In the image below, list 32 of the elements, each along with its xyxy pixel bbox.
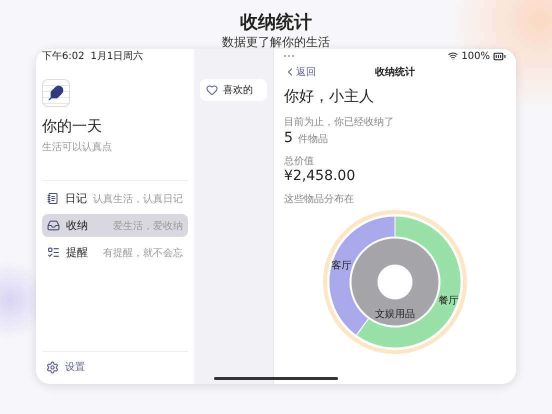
count-unit: 件物品 bbox=[298, 133, 328, 146]
segment-label: 客厅 bbox=[332, 260, 352, 272]
filter-item[interactable]: 喜欢的 bbox=[200, 79, 267, 101]
segment-label: 餐厅 bbox=[438, 295, 458, 306]
total-value: ¥2,458.00 bbox=[284, 168, 356, 184]
app-title: 你的一天 bbox=[42, 117, 103, 136]
status-date: 1月1日周六 bbox=[90, 50, 144, 63]
feather-logo-icon bbox=[42, 79, 70, 107]
nav-title: 收纳统计 bbox=[375, 66, 415, 79]
distribution-caption: 这些物品分布在 bbox=[284, 192, 355, 206]
battery-icon bbox=[493, 50, 506, 62]
greeting: 你好，小主人 bbox=[284, 87, 375, 106]
app-subtitle: 生活可以认真点 bbox=[42, 140, 113, 154]
sidebar-item-icon bbox=[47, 219, 60, 232]
segment-label: 文娱用品 bbox=[375, 309, 415, 320]
sidebar-item[interactable]: 收纳 爱生活，爱收纳 bbox=[42, 214, 188, 237]
page-title: 收纳统计 bbox=[240, 12, 312, 34]
back-link[interactable]: 返回 bbox=[284, 65, 375, 79]
count-caption: 目前为止，你已经收纳了 bbox=[284, 116, 395, 129]
sidebar-item[interactable]: 提醒 有提醒，就不会忘 bbox=[42, 241, 188, 264]
sidebar-item-icon bbox=[47, 246, 60, 259]
settings-label[interactable]: 设置 bbox=[65, 360, 85, 374]
status-time: 下午6:02 bbox=[42, 50, 84, 63]
wifi-icon bbox=[448, 51, 458, 61]
heart-icon bbox=[206, 84, 218, 96]
page-subtitle: 数据更了解你的生活 bbox=[222, 34, 330, 50]
sidebar-item-icon bbox=[47, 192, 59, 205]
item-count: 5 bbox=[284, 130, 293, 146]
settings-icon[interactable] bbox=[46, 360, 59, 374]
value-caption: 总价值 bbox=[284, 154, 315, 168]
battery-percent: 100% bbox=[461, 50, 490, 62]
sidebar-item[interactable]: 日记 认真生活，认真日记 bbox=[42, 187, 188, 210]
